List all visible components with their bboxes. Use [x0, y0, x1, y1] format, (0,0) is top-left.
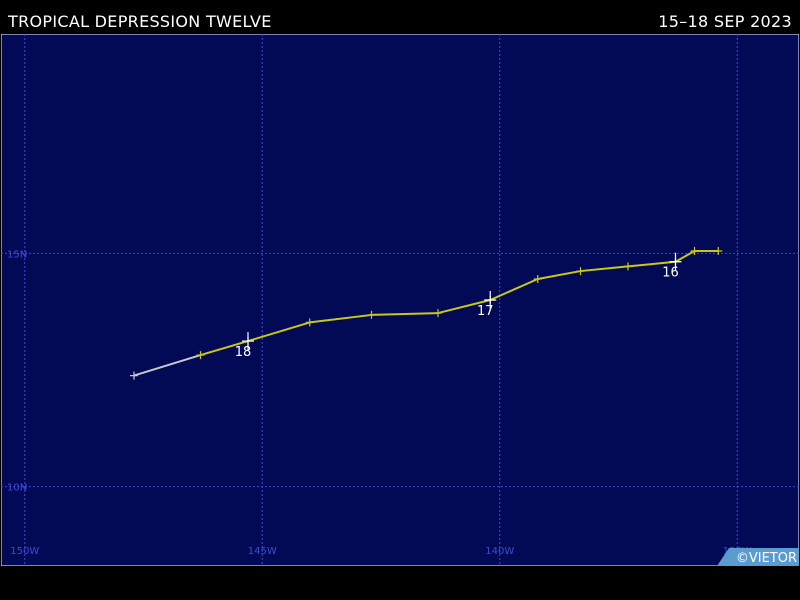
date-range: 15–18 SEP 2023	[658, 12, 792, 31]
latitude-label: 15N	[7, 249, 27, 260]
title-bar: TROPICAL DEPRESSION TWELVE 15–18 SEP 202…	[0, 0, 800, 34]
bottom-bar	[0, 566, 800, 600]
day-label: 18	[235, 345, 252, 360]
day-label: 16	[662, 266, 679, 281]
credit-badge: ©VIETOR	[717, 548, 799, 566]
longitude-label: 145W	[248, 546, 277, 557]
ocean-background	[1, 34, 799, 566]
day-label: 17	[477, 304, 494, 319]
track-map[interactable]: 20N15N10N150W145W140W135W 161718 ©VIETOR	[1, 34, 799, 566]
longitude-label: 140W	[485, 546, 514, 557]
credit-text: ©VIETOR	[736, 551, 797, 566]
storm-title: TROPICAL DEPRESSION TWELVE	[8, 12, 272, 31]
longitude-label: 150W	[10, 546, 39, 557]
latitude-label: 10N	[7, 483, 27, 494]
